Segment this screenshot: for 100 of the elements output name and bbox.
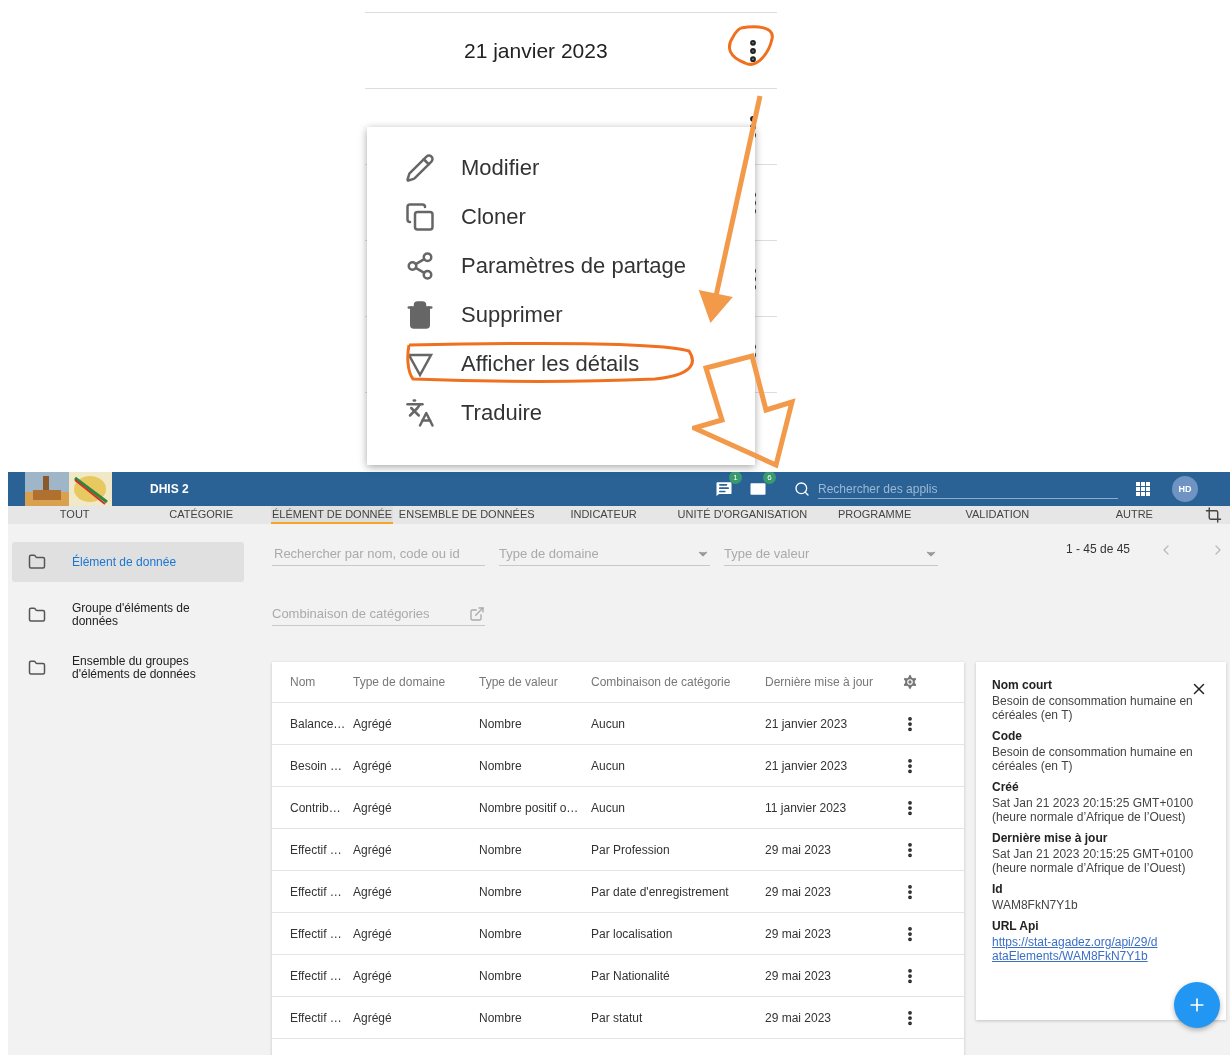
table-row[interactable]: Besoin … Agrégé Nombre Aucun 21 janvier 2023	[272, 745, 964, 787]
table-cell-text: Agrégé	[353, 968, 393, 983]
search-field[interactable]: Rechercher par nom, code ou id	[272, 542, 485, 566]
table-cell-text: 21 janvier 2023	[765, 758, 849, 773]
detail-label: Id	[992, 882, 1003, 896]
table-cell-text: Balance…	[290, 716, 347, 731]
table-cell-text: Agrégé	[353, 716, 393, 731]
translate-icon	[405, 397, 435, 428]
table-cell-text: Agrégé	[353, 800, 393, 815]
table-cell-text: 29 mai 2023	[765, 884, 833, 899]
table-row[interactable]: Balance… Agrégé Nombre Aucun 21 janvier 2023	[272, 703, 964, 745]
table-cell-text: Nombre	[479, 758, 523, 773]
table-cell-text: 29 mai 2023	[765, 968, 833, 983]
table-cell-text: Aucun	[591, 716, 627, 731]
pagination-text: 1 - 45 de 45	[1065, 542, 1130, 556]
tab[interactable]: UNITÉ D'ORGANISATION	[666, 506, 818, 524]
detail-value: Besoin de consommation humaine en céréales (en T)	[992, 694, 1194, 722]
table-cell-text: Nombre positif o…	[479, 800, 580, 815]
table-row[interactable]: Effectif … Agrégé Nombre Par Nationalité 29 mai 2023	[272, 955, 964, 997]
table-cell-text: 29 mai 2023	[765, 926, 833, 941]
search-field[interactable]: Rechercher des applis	[818, 479, 1118, 499]
tab[interactable]: AUTRE	[1063, 506, 1206, 524]
column-header[interactable]: Type de valeur	[479, 675, 591, 689]
detail-value: Besoin de consommation humaine en céréales (en T)	[992, 745, 1194, 773]
table-row[interactable]: Effectif … Agrégé Nombre Par localisation 29 mai 2023	[272, 913, 964, 955]
column-header[interactable]: Dernière mise à jour	[765, 675, 901, 689]
add-button[interactable]	[1174, 982, 1220, 1028]
table-cell-text: Agrégé	[353, 1010, 393, 1025]
table-cell-text: Par date d'enregistrement	[591, 884, 730, 899]
table-cell-text: Effectif …	[290, 884, 343, 899]
table-row[interactable]: Effectif … Agrégé Nombre Par Profession 29 mai 2023	[272, 829, 964, 871]
detail-label: Dernière mise à jour	[992, 831, 1108, 845]
table-cell-text: Agrégé	[353, 926, 393, 941]
table-cell-text: Par statut	[591, 1010, 644, 1025]
sidebar-item[interactable]: Groupe d'éléments de données	[12, 595, 244, 635]
menu-item[interactable]: Traduire	[367, 388, 755, 437]
folder-icon	[28, 553, 46, 571]
table-cell-text: Nombre	[479, 968, 523, 983]
detail-label: Nom court	[992, 678, 1052, 692]
tab[interactable]: CATÉGORIE	[131, 506, 272, 524]
count-badge: 1	[729, 472, 742, 484]
table-cell-text: Par Profession	[591, 842, 671, 857]
table-cell-text: Besoin …	[290, 758, 344, 773]
sidebar-item[interactable]: Ensemble du groupes d'éléments de données	[12, 648, 244, 688]
detail-value: WAM8FkN7Y1b	[992, 898, 1079, 912]
sidebar-item[interactable]: Élément de donnée	[12, 542, 244, 582]
copy-icon	[405, 201, 435, 232]
detail-label: Créé	[992, 780, 1019, 794]
menu-item[interactable]: Cloner	[367, 192, 755, 241]
app-title: DHIS 2	[150, 482, 190, 496]
api-link[interactable]: https://stat-agadez.org/api/29/dataElements/WAM8FkN7Y1b	[992, 935, 1162, 963]
column-header[interactable]: Combinaison de catégorie	[591, 675, 765, 689]
table-cell-text: 21 janvier 2023	[765, 716, 849, 731]
table-row[interactable]: Effectif … Agrégé Nombre Par statut 29 mai 2023	[272, 997, 964, 1039]
table-cell-text: Effectif …	[290, 968, 343, 983]
table-cell-text: Nombre	[479, 926, 523, 941]
table-cell-text: Contrib…	[290, 800, 342, 815]
settings-icon[interactable]	[901, 673, 919, 691]
message-icon[interactable]	[714, 479, 734, 499]
tab[interactable]: VALIDATION	[931, 506, 1064, 524]
share-icon	[405, 250, 435, 281]
detail-label: Code	[992, 729, 1022, 743]
tab[interactable]: ÉLÉMENT DE DONNÉE	[271, 506, 394, 524]
menu-item[interactable]: Paramètres de partage	[367, 241, 755, 290]
folder-icon	[28, 659, 46, 677]
apps-grid-icon[interactable]	[1136, 482, 1150, 496]
table-cell-text: 29 mai 2023	[765, 1010, 833, 1025]
table-cell-text: 11 janvier 2023	[765, 800, 848, 815]
detail-value: Sat Jan 21 2023 20:15:25 GMT+0100 (heure normale d’Afrique de l’Ouest)	[992, 796, 1195, 824]
tab[interactable]: PROGRAMME	[817, 506, 932, 524]
menu-item[interactable]: Supprimer	[367, 290, 755, 339]
table-cell-text: Par Nationalité	[591, 968, 671, 983]
column-header[interactable]: Type de domaine	[353, 675, 479, 689]
detail-value: Sat Jan 21 2023 20:15:25 GMT+0100 (heure normale d’Afrique de l’Ouest)	[992, 847, 1195, 875]
tab[interactable]: TOUT	[18, 506, 132, 524]
menu-item[interactable]: Afficher les détails	[367, 339, 755, 388]
table-cell-text: Agrégé	[353, 842, 393, 857]
table-cell-text: Par localisation	[591, 926, 674, 941]
tab[interactable]: ENSEMBLE DE DONNÉES	[393, 506, 541, 524]
detail-label: URL Api	[992, 919, 1039, 933]
table-cell-text: Nombre	[479, 884, 523, 899]
date-text: 21 janvier 2023	[464, 38, 609, 63]
table-cell-text: 29 mai 2023	[765, 842, 833, 857]
table-row[interactable]: Contrib… Agrégé Nombre positif o… Aucun 11 janvier 2023	[272, 787, 964, 829]
menu-item[interactable]: Modifier	[367, 143, 755, 192]
crop-icon[interactable]	[1205, 506, 1222, 524]
table-cell-text: Effectif …	[290, 842, 343, 857]
table-cell-text: Nombre	[479, 1010, 523, 1025]
search-icon	[794, 481, 810, 497]
table-cell-text: Nombre	[479, 842, 523, 857]
table-cell-text: Aucun	[591, 758, 627, 773]
count-badge: 6	[763, 472, 776, 484]
tab[interactable]: INDICATEUR	[540, 506, 667, 524]
folder-icon	[28, 606, 46, 624]
trash-icon	[405, 299, 435, 330]
table-cell-text: Nombre	[479, 716, 523, 731]
table-row[interactable]: Effectif … Agrégé Nombre Par date d'enregistrement 29 mai 2023	[272, 871, 964, 913]
table-cell-text: Agrégé	[353, 884, 393, 899]
table-cell-text: Effectif …	[290, 926, 343, 941]
column-header[interactable]: Nom	[290, 675, 353, 689]
